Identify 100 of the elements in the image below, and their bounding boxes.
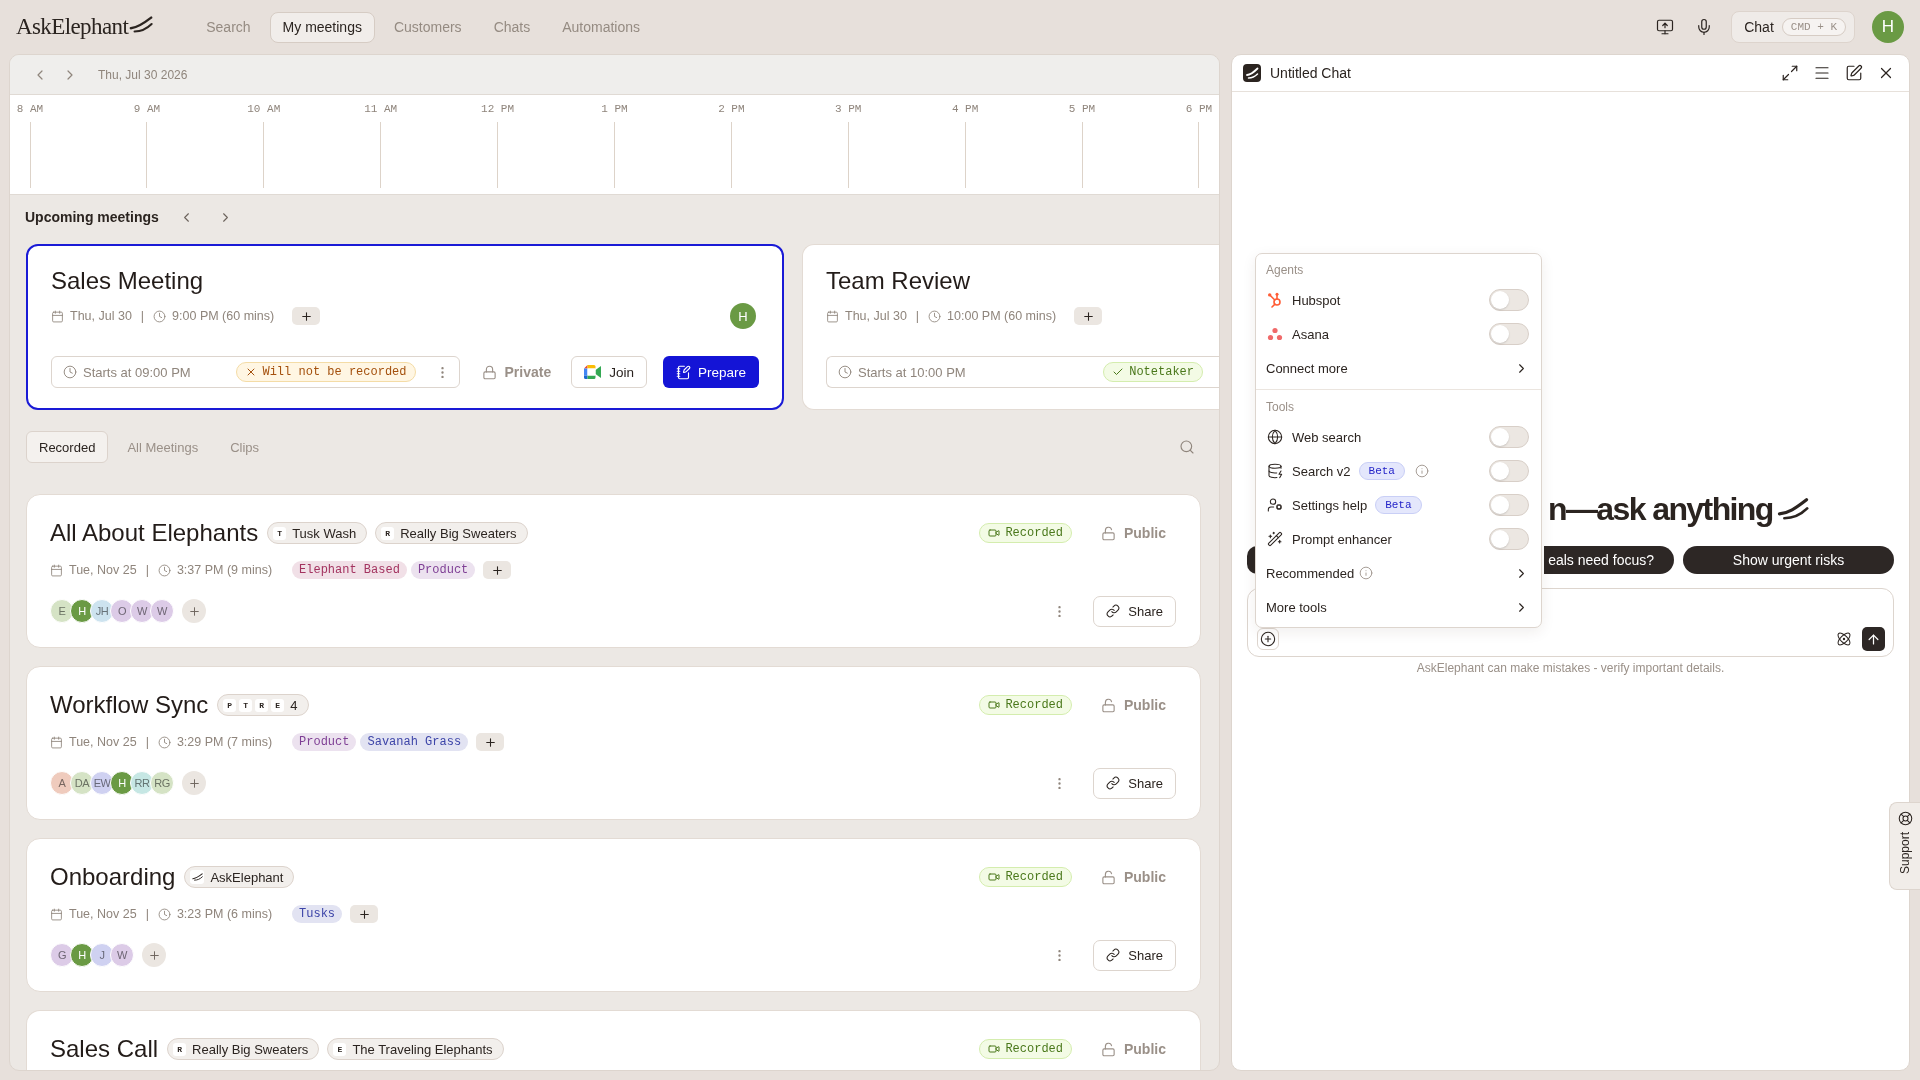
company-tag[interactable]: R Really Big Sweaters bbox=[375, 522, 528, 544]
company-initial: R bbox=[255, 698, 269, 712]
toggle-switch[interactable] bbox=[1489, 460, 1529, 482]
meeting-title: All About Elephants bbox=[50, 518, 259, 548]
meeting-card[interactable]: Onboarding AskElephant Recorded Public Tue, Nov 25 | 3:23 PM (6 mins) Tusks G H J W Share bbox=[26, 838, 1201, 992]
tool-label: Asana bbox=[1292, 326, 1329, 342]
company-tag[interactable]: T Tusk Wash bbox=[267, 522, 368, 544]
attendee-avatar: W bbox=[150, 599, 174, 623]
company-tag[interactable]: R Really Big Sweaters bbox=[167, 1038, 320, 1060]
meeting-time: 3:29 PM (7 mins) bbox=[176, 735, 273, 749]
suggestion-button[interactable]: Show urgent risks bbox=[1683, 546, 1894, 574]
calendar-icon bbox=[51, 309, 64, 323]
section-title: Upcoming meetings bbox=[25, 208, 159, 227]
clock-icon bbox=[157, 735, 171, 749]
meeting-title: Team Review bbox=[826, 266, 971, 296]
meeting-tag[interactable]: Product bbox=[292, 733, 357, 751]
submenu-item[interactable]: Connect more bbox=[1256, 351, 1541, 385]
company-tag[interactable]: E The Traveling Elephants bbox=[327, 1038, 504, 1060]
add-attendee-button[interactable] bbox=[182, 771, 206, 795]
toggle-switch[interactable] bbox=[1489, 528, 1529, 550]
clock-icon bbox=[838, 365, 852, 379]
meeting-tag[interactable]: Product bbox=[410, 561, 476, 579]
meeting-tag[interactable]: Tusks bbox=[292, 905, 343, 923]
toggle-switch[interactable] bbox=[1489, 289, 1529, 311]
suggestion-button[interactable]: eals need focus? bbox=[1544, 546, 1674, 574]
plus-icon bbox=[147, 948, 161, 962]
add-tag-button[interactable] bbox=[292, 307, 321, 325]
add-tag-button[interactable] bbox=[350, 905, 379, 923]
separator: | bbox=[140, 309, 145, 323]
prepare-button[interactable]: Prepare bbox=[662, 356, 759, 388]
attendee-avatar: DA bbox=[70, 771, 94, 795]
toggle-switch[interactable] bbox=[1489, 494, 1529, 516]
meeting-time: 10:00 PM (60 mins) bbox=[947, 309, 1057, 323]
calendar-icon bbox=[50, 563, 63, 577]
share-button[interactable]: Share bbox=[1093, 939, 1176, 971]
plus-icon bbox=[187, 776, 201, 790]
section-label: Tools bbox=[1266, 399, 1294, 416]
link-icon bbox=[1106, 776, 1121, 790]
support-tab[interactable]: Support bbox=[1889, 802, 1920, 890]
meeting-card[interactable]: Sales Meeting Thu, Jul 30 | 9:00 PM (60 mins) H Starts at 09:00 PM Will not be recorded Private Join Prepare bbox=[26, 244, 784, 410]
meeting-card[interactable]: Sales Call R Really Big Sweaters E The Traveling Elephants Recorded Public bbox=[26, 1010, 1201, 1070]
add-tag-button[interactable] bbox=[1074, 307, 1103, 325]
toggle-switch[interactable] bbox=[1489, 426, 1529, 448]
chat-heading: n—ask anything bbox=[1548, 490, 1773, 529]
status-tag: Will not be recorded bbox=[236, 362, 416, 382]
hour-label: 11 AM bbox=[364, 102, 398, 116]
add-attendee-button[interactable] bbox=[142, 943, 166, 967]
plus-icon bbox=[299, 309, 313, 323]
atom-icon[interactable] bbox=[1836, 631, 1852, 647]
screen-share-icon[interactable] bbox=[1656, 18, 1675, 36]
status-tag: Recorded bbox=[979, 867, 1072, 887]
meeting-title: Onboarding bbox=[50, 862, 176, 892]
link-icon bbox=[1106, 948, 1121, 962]
beta-tag: Beta bbox=[1375, 496, 1422, 514]
nav-tab[interactable]: My meetings bbox=[269, 11, 375, 43]
edit-icon[interactable] bbox=[1845, 64, 1863, 82]
meeting-card[interactable]: All About Elephants T Tusk Wash R Really Big Sweaters Recorded Public Tue, Nov 25 | 3:37 PM (9 mins) Elephant Based Product E H JH O W W Share bbox=[26, 494, 1201, 648]
status-tag: Recorded bbox=[979, 695, 1072, 715]
filter-tab[interactable]: Recorded bbox=[26, 431, 109, 463]
plus-icon bbox=[1081, 309, 1095, 323]
plus-icon bbox=[187, 604, 201, 618]
add-tag-button[interactable] bbox=[483, 561, 512, 579]
chat-title: Untitled Chat bbox=[1270, 65, 1351, 81]
separator: | bbox=[145, 735, 149, 749]
meeting-tag[interactable]: Savanah Grass bbox=[360, 733, 469, 751]
submenu-item[interactable]: More tools bbox=[1256, 590, 1541, 624]
company-tag[interactable]: P T R E 4 bbox=[217, 694, 309, 716]
hour-label: 3 PM bbox=[835, 102, 862, 116]
chat-button[interactable]: Chat CMD + K bbox=[1731, 11, 1855, 43]
search-icon[interactable] bbox=[1179, 439, 1195, 455]
join-button[interactable]: Join bbox=[571, 356, 647, 388]
meeting-date: Thu, Jul 30 bbox=[70, 309, 132, 323]
menu-icon[interactable] bbox=[1813, 64, 1831, 82]
hour-label: 1 PM bbox=[601, 102, 628, 116]
submenu-item[interactable]: Recommended bbox=[1256, 556, 1541, 590]
meeting-card[interactable]: Team Review Thu, Jul 30 | 10:00 PM (60 mins) Starts at 10:00 PM Notetaker bbox=[802, 244, 1219, 410]
share-button[interactable]: Share bbox=[1093, 767, 1176, 799]
clock-icon bbox=[157, 907, 171, 921]
attendee-avatar: W bbox=[110, 943, 134, 967]
expand-icon[interactable] bbox=[1781, 64, 1799, 82]
meeting-card[interactable]: Workflow Sync P T R E 4 Recorded Public Tue, Nov 25 | 3:29 PM (7 mins) Product Savanah Grass A DA EW H RR RG Share bbox=[26, 666, 1201, 820]
calendar-date: Thu, Jul 30 2026 bbox=[98, 67, 188, 82]
clock-icon bbox=[63, 365, 77, 379]
plus-icon bbox=[483, 735, 497, 749]
hour-label: 8 AM bbox=[16, 102, 44, 116]
send-button[interactable] bbox=[1862, 627, 1885, 651]
video-camera-icon bbox=[988, 527, 1001, 539]
attendee-avatar: A bbox=[50, 771, 74, 795]
meeting-tag[interactable]: Elephant Based bbox=[292, 561, 407, 579]
user-gear-icon bbox=[1267, 497, 1283, 513]
share-button[interactable]: Share bbox=[1093, 595, 1176, 627]
add-attendee-button[interactable] bbox=[182, 599, 206, 623]
company-tag[interactable]: AskElephant bbox=[184, 866, 295, 888]
toggle-switch[interactable] bbox=[1489, 323, 1529, 345]
attach-button[interactable] bbox=[1257, 628, 1279, 650]
life-buoy-icon bbox=[1897, 811, 1913, 826]
notebook-icon bbox=[675, 364, 691, 380]
add-tag-button[interactable] bbox=[476, 733, 505, 751]
separator: | bbox=[145, 563, 149, 577]
app-logo: AskElephant bbox=[16, 14, 129, 40]
